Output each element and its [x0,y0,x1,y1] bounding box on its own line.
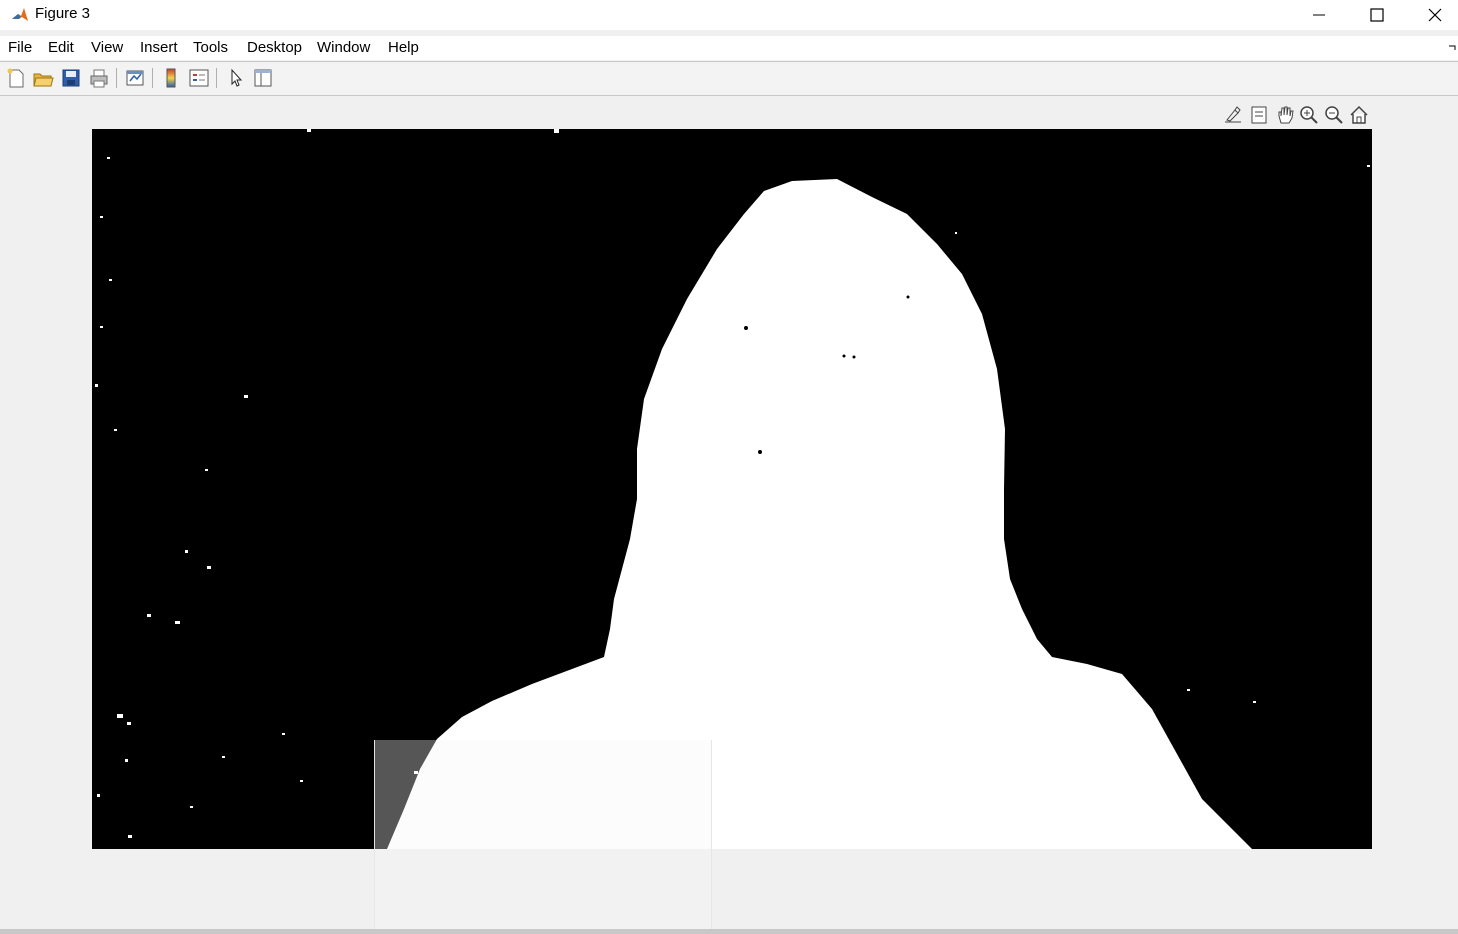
zoom-in-icon[interactable] [1298,104,1320,126]
menu-edit[interactable]: Edit [48,39,74,56]
menu-file[interactable]: File [8,39,32,56]
maximize-button[interactable] [1348,0,1406,30]
property-inspector-icon[interactable] [252,67,274,89]
data-tip-icon[interactable] [1248,104,1270,126]
pan-icon[interactable] [1274,104,1296,126]
window-title: Figure 3 [35,5,91,22]
edit-plot-icon[interactable] [224,67,246,89]
silhouette-mask [92,129,1372,849]
translucent-overlay-panel [374,740,712,930]
print-icon[interactable] [88,67,110,89]
export-icon[interactable] [1222,104,1244,126]
close-button[interactable] [1406,0,1458,30]
colorbar-icon[interactable] [160,67,182,89]
open-file-icon[interactable] [32,67,54,89]
close-icon [1428,8,1442,22]
new-figure-icon[interactable] [5,67,27,89]
menu-bar: File Edit View Insert Tools Desktop Wind… [0,36,1458,60]
link-plot-icon[interactable] [124,67,146,89]
maximize-icon [1370,8,1384,22]
matlab-icon [12,8,28,21]
legend-icon[interactable] [188,67,210,89]
menu-insert[interactable]: Insert [140,39,178,56]
minimize-icon [1313,14,1325,16]
figure-toolbar [0,62,1458,96]
menu-desktop[interactable]: Desktop [247,39,302,56]
title-bar: Figure 3 [0,0,1458,30]
window-bottom-border [0,929,1458,934]
minimize-button[interactable] [1290,0,1348,30]
toolbar-separator [216,68,217,88]
binary-image[interactable] [92,129,1372,849]
menu-help[interactable]: Help [388,39,419,56]
toolbar-separator [152,68,153,88]
zoom-out-icon[interactable] [1323,104,1345,126]
menu-view[interactable]: View [91,39,123,56]
dock-arrow-icon[interactable] [1448,44,1456,52]
save-icon[interactable] [60,67,82,89]
home-icon[interactable] [1348,104,1370,126]
menu-tools[interactable]: Tools [193,39,228,56]
menu-window[interactable]: Window [317,39,370,56]
toolbar-separator [116,68,117,88]
